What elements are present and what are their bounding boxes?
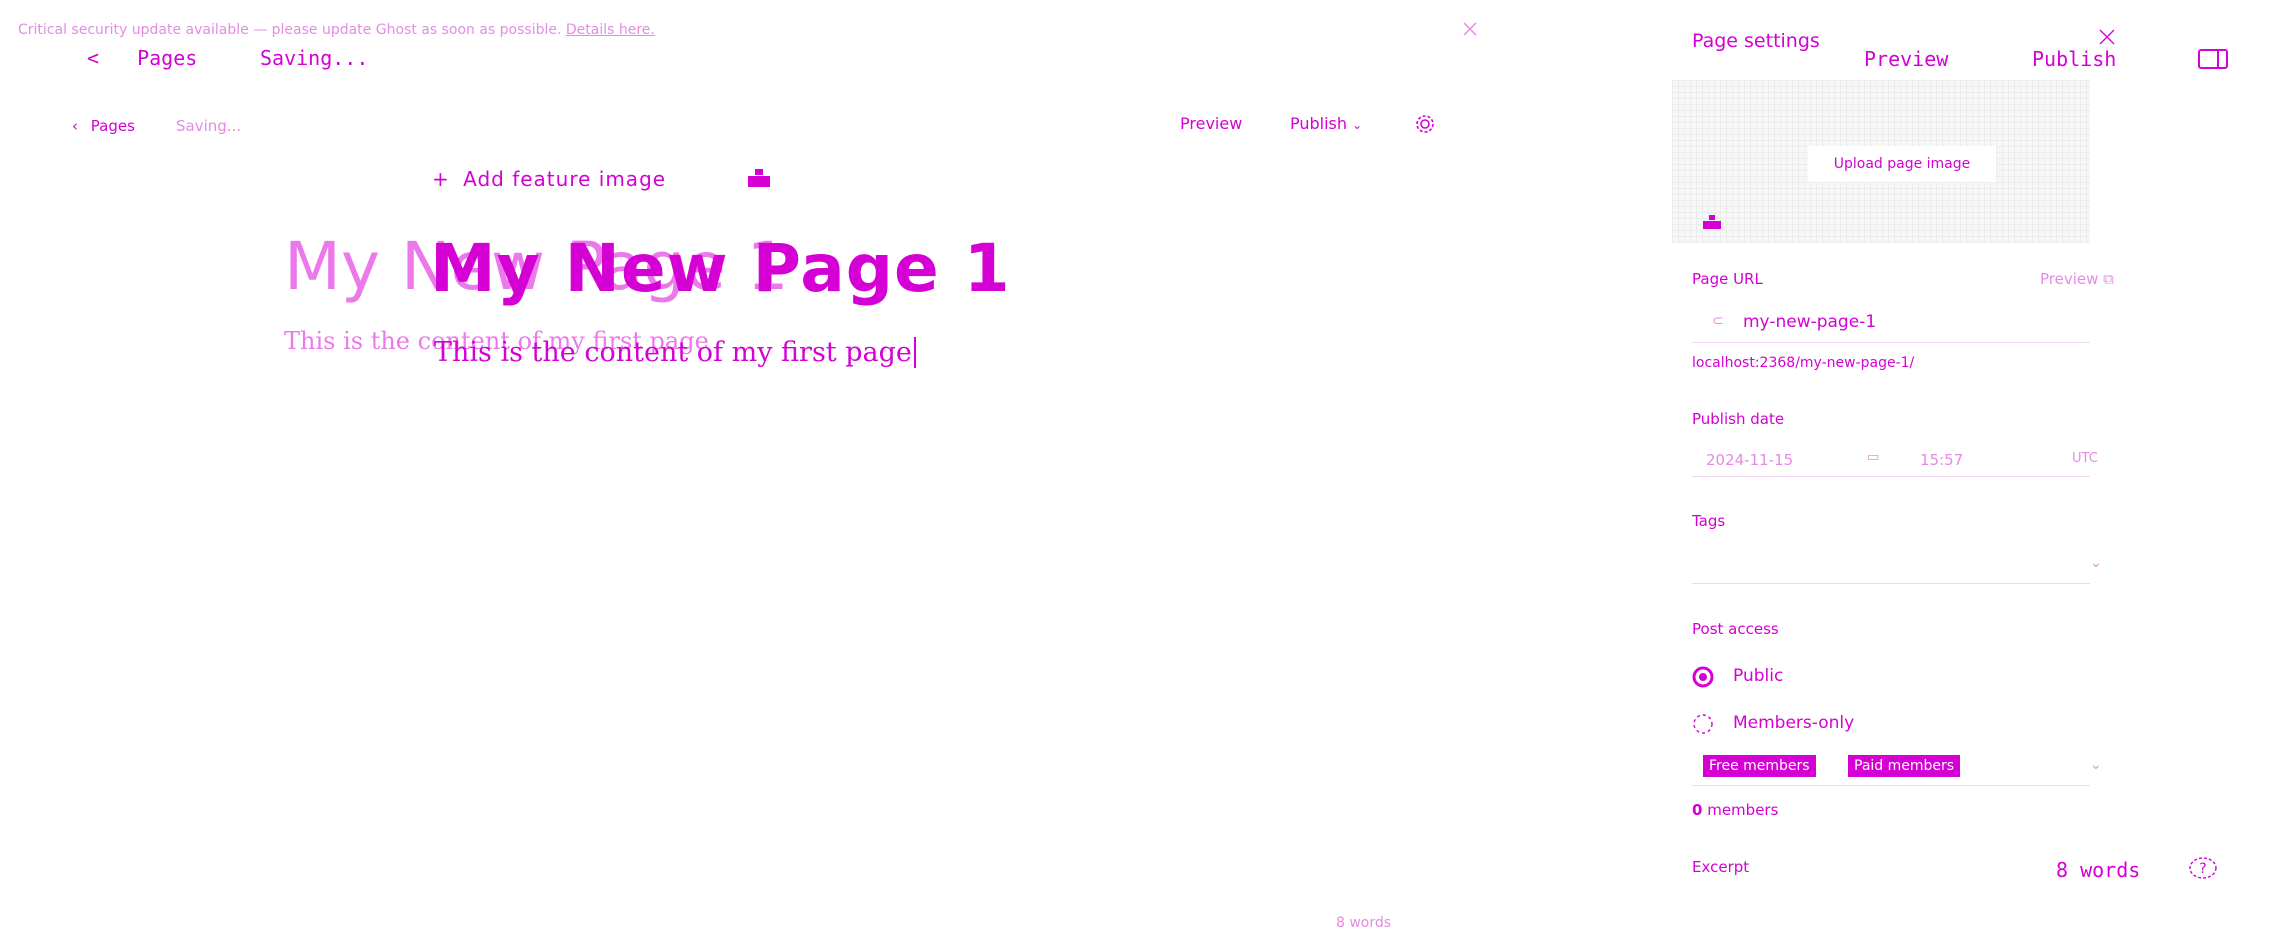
ghost-back-link[interactable]: < Pages <box>87 46 197 70</box>
slug-input-underline <box>1692 342 2090 343</box>
svg-text:?: ? <box>2199 861 2206 877</box>
save-status: Saving... <box>176 117 242 135</box>
link-icon: ⊂ <box>1712 313 1724 329</box>
ghost-back-label: Pages <box>137 46 198 70</box>
calendar-icon[interactable]: ▭ <box>1867 450 1879 465</box>
back-link[interactable]: ‹ Pages <box>72 117 135 135</box>
word-count: 8 words <box>2056 858 2141 882</box>
publish-date-label: Publish date <box>1692 410 1785 428</box>
update-banner: Critical security update available — ple… <box>18 22 655 38</box>
add-feature-image-label: Add feature image <box>463 167 667 191</box>
publish-label: Publish <box>1290 114 1348 133</box>
members-count-value: 0 <box>1692 801 1703 819</box>
preview-button[interactable]: Preview <box>1180 114 1242 133</box>
update-banner-link[interactable]: Details here. <box>566 22 655 38</box>
chevron-left-icon: < <box>87 46 100 70</box>
page-body[interactable]: This is the content of my first page <box>434 337 925 368</box>
sidebar-toggle-icon[interactable] <box>2198 49 2228 69</box>
unsplash-icon[interactable] <box>1702 214 1722 230</box>
publish-time-input[interactable]: 15:57 <box>1920 451 1963 469</box>
back-label: Pages <box>90 117 135 135</box>
unsplash-icon[interactable] <box>746 168 772 188</box>
full-url-text: localhost:2368/my-new-page-1/ <box>1692 355 1915 371</box>
external-link-icon: ⧉ <box>2103 270 2114 288</box>
access-public-label: Public <box>1733 666 1784 686</box>
settings-title: Page settings <box>1692 30 1820 52</box>
update-banner-text: Critical security update available — ple… <box>18 22 562 38</box>
page-title[interactable]: My New Page 1 <box>430 230 1011 307</box>
chevron-down-icon[interactable]: ⌄ <box>2090 757 2102 773</box>
ghost-publish-button[interactable]: Publish <box>2032 47 2116 71</box>
access-members-label: Members-only <box>1733 713 1855 733</box>
publish-date-input[interactable]: 2024-11-15 <box>1706 451 1793 469</box>
tiers-input-underline <box>1692 785 2090 786</box>
page-body-text: This is the content of my first page <box>434 337 912 368</box>
members-count-label: members <box>1707 801 1779 819</box>
page-url-label: Page URL <box>1692 270 1763 288</box>
word-count-light: 8 words <box>1336 915 1392 931</box>
close-icon[interactable] <box>2098 28 2116 46</box>
banner-close-icon[interactable] <box>1462 21 1478 37</box>
slug-input[interactable]: my-new-page-1 <box>1743 312 1876 332</box>
chevron-down-icon: ⌄ <box>1352 118 1363 132</box>
text-cursor <box>913 337 925 368</box>
publish-button[interactable]: Publish ⌄ <box>1290 114 1362 133</box>
tags-input[interactable] <box>1692 583 2090 584</box>
excerpt-label: Excerpt <box>1692 858 1750 876</box>
help-icon[interactable]: ? <box>2188 856 2218 880</box>
url-preview-link[interactable]: Preview ⧉ <box>2040 270 2114 288</box>
tags-label: Tags <box>1692 512 1726 530</box>
ghost-save-status: Saving... <box>260 46 369 70</box>
tier-chip-paid[interactable]: Paid members <box>1848 755 1961 777</box>
radio-public[interactable] <box>1692 666 1714 688</box>
plus-icon: + <box>432 167 450 191</box>
chevron-left-icon: ‹ <box>72 117 78 135</box>
members-count: 0 members <box>1692 801 1778 819</box>
date-input-underline <box>1692 476 2090 477</box>
post-access-label: Post access <box>1692 620 1779 638</box>
url-preview-label: Preview <box>2040 270 2099 288</box>
ghost-preview-button[interactable]: Preview <box>1864 47 1948 71</box>
tier-chip-free[interactable]: Free members <box>1703 755 1816 777</box>
radio-members-only[interactable] <box>1692 713 1714 735</box>
upload-page-image-button[interactable]: Upload page image <box>1808 146 1996 182</box>
timezone-label: UTC <box>2072 451 2098 466</box>
chevron-down-icon[interactable]: ⌄ <box>2090 555 2102 571</box>
settings-gear-icon[interactable] <box>1414 113 1436 135</box>
add-feature-image-button[interactable]: + Add feature image <box>432 167 666 191</box>
